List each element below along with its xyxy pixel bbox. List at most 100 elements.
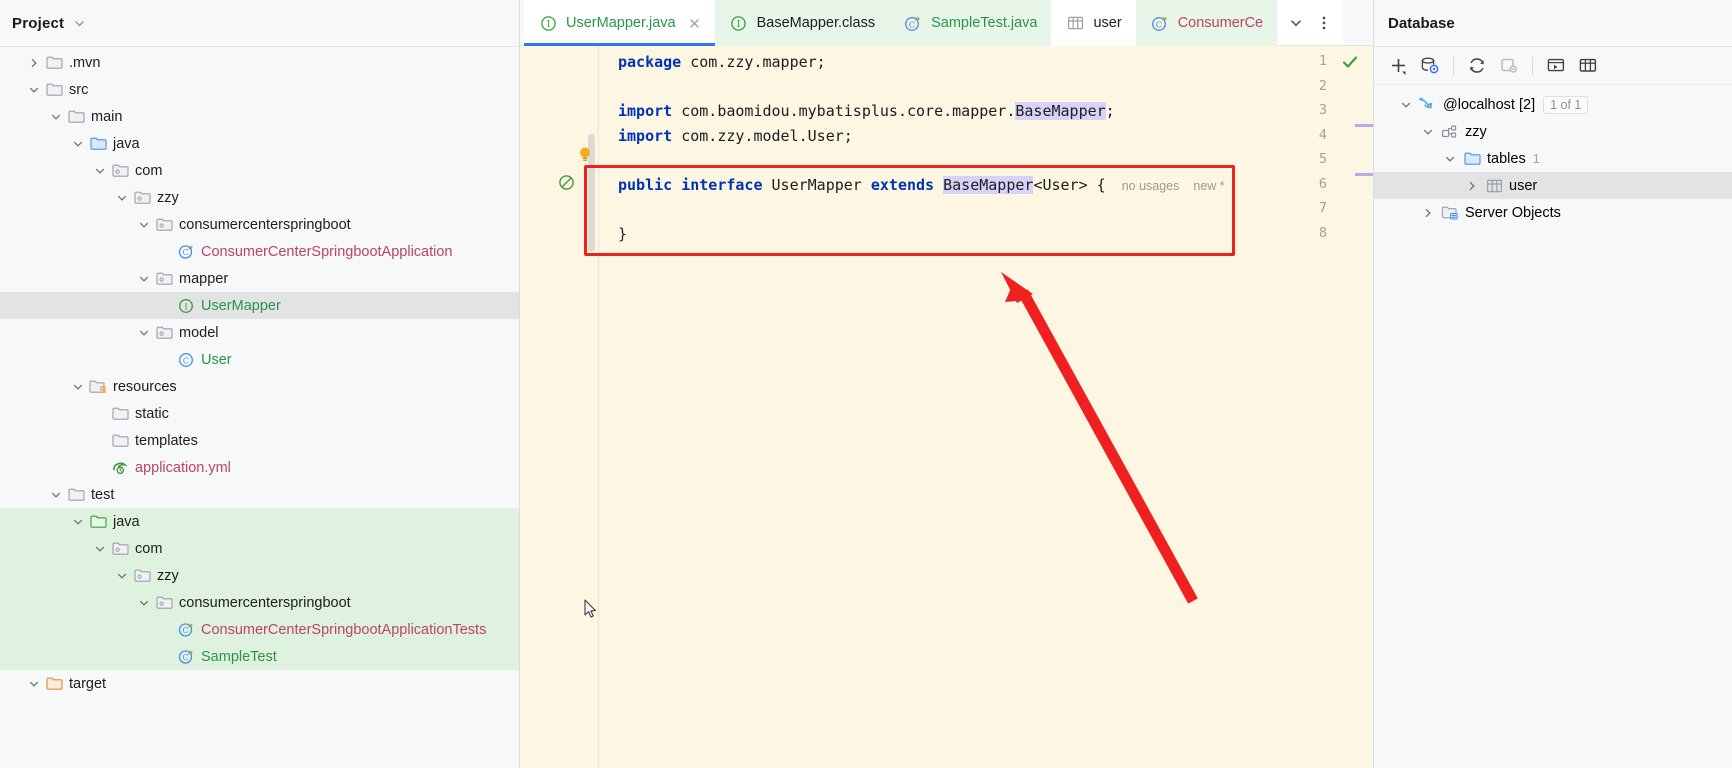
project-tree-item[interactable]: consumercenterspringboot <box>0 589 519 616</box>
chevron-down-icon[interactable] <box>1422 126 1440 138</box>
project-tree-item[interactable]: C ConsumerCenterSpringbootApplicationTest… <box>0 616 519 643</box>
database-tree-item[interactable]: zzy <box>1374 118 1732 145</box>
chevron-down-icon[interactable] <box>72 381 88 393</box>
code-token: import <box>618 102 673 120</box>
project-tree-item-label: zzy <box>157 189 179 206</box>
database-tree-item[interactable]: Server Objects <box>1374 199 1732 226</box>
chevron-down-icon[interactable] <box>50 111 66 123</box>
code-text[interactable]: package com.zzy.mapper; import com.baomid… <box>606 46 1373 768</box>
svg-text:C: C <box>1155 19 1161 29</box>
editor-tab-bar[interactable]: I UserMapper.java I BaseMapper.class C Sample… <box>520 0 1373 46</box>
code-line[interactable]: import com.baomidou.mybatisplus.core.map… <box>618 99 1115 124</box>
project-tree-item[interactable]: test <box>0 481 519 508</box>
database-tree[interactable]: @localhost [2] 1 of 1 zzy tables 1 user Server… <box>1374 85 1732 226</box>
database-panel-header: Database <box>1374 0 1732 47</box>
code-line[interactable]: public interface UserMapper extends Base… <box>618 173 1225 199</box>
project-tree-item[interactable]: src <box>0 76 519 103</box>
chevron-down-icon[interactable] <box>28 84 44 96</box>
code-editor[interactable]: 12345678 package com.zzy.mapper; import c… <box>520 46 1373 768</box>
project-tree-item[interactable]: java <box>0 130 519 157</box>
refresh-button[interactable] <box>1463 52 1491 80</box>
project-tree-item[interactable]: main <box>0 103 519 130</box>
mouse-cursor <box>584 599 597 619</box>
project-tree-item[interactable]: java <box>0 508 519 535</box>
editor-tab[interactable]: I UserMapper.java <box>524 0 715 46</box>
project-tree-item[interactable]: C SampleTest <box>0 643 519 670</box>
close-icon[interactable] <box>688 17 701 30</box>
database-tree-item[interactable]: @localhost [2] 1 of 1 <box>1374 91 1732 118</box>
toolbar-divider <box>1453 56 1454 75</box>
server-objects-icon <box>1440 205 1460 221</box>
inlay-hint[interactable]: no usages <box>1122 179 1180 193</box>
code-line[interactable]: package com.zzy.mapper; <box>618 50 826 75</box>
project-tree-item[interactable]: zzy <box>0 562 519 589</box>
project-tree-item-label: consumercenterspringboot <box>179 216 351 233</box>
spring-class-icon: C <box>176 244 196 260</box>
project-tree-item[interactable]: model <box>0 319 519 346</box>
database-tree-item-label: user <box>1509 177 1538 194</box>
tab-list-dropdown[interactable] <box>1283 0 1309 46</box>
project-tree-item[interactable]: mapper <box>0 265 519 292</box>
chevron-down-icon[interactable] <box>1400 99 1418 111</box>
project-tree-item-label: ConsumerCenterSpringbootApplication <box>201 243 453 260</box>
chevron-down-icon[interactable] <box>94 543 110 555</box>
project-tree-item[interactable]: target <box>0 670 519 697</box>
database-tree-item[interactable]: tables 1 <box>1374 145 1732 172</box>
project-tree-item-label: SampleTest <box>201 648 277 665</box>
project-tree-item[interactable]: .mvn <box>0 49 519 76</box>
project-tree-item[interactable]: com <box>0 535 519 562</box>
editor-tab[interactable]: user <box>1051 0 1136 46</box>
project-tree-item[interactable]: resources <box>0 373 519 400</box>
sync-toggle-button[interactable] <box>1495 52 1523 80</box>
chevron-down-icon[interactable] <box>94 165 110 177</box>
project-tree-item[interactable]: application.yml <box>0 454 519 481</box>
chevron-right-icon[interactable] <box>1466 180 1484 192</box>
project-tree-item[interactable]: C ConsumerCenterSpringbootApplication <box>0 238 519 265</box>
chevron-down-icon[interactable] <box>138 597 154 609</box>
database-toolbar[interactable] <box>1374 47 1732 85</box>
chevron-down-icon[interactable] <box>28 678 44 690</box>
open-table-button[interactable] <box>1574 52 1602 80</box>
project-file-tree[interactable]: .mvn src main java com zzy consumercentersprin… <box>0 47 519 697</box>
database-tree-item[interactable]: user <box>1374 172 1732 199</box>
datasource-properties-button[interactable] <box>1416 52 1444 80</box>
editor-tab[interactable]: C ConsumerCe <box>1135 0 1278 46</box>
project-tree-item-label: application.yml <box>135 459 231 476</box>
chevron-down-icon[interactable] <box>72 138 88 150</box>
editor-tab[interactable]: C SampleTest.java <box>889 0 1052 46</box>
chevron-down-icon[interactable] <box>138 327 154 339</box>
project-tree-item[interactable]: com <box>0 157 519 184</box>
tab-more-options[interactable] <box>1311 0 1337 46</box>
project-tree-item[interactable]: templates <box>0 427 519 454</box>
chevron-down-icon[interactable] <box>72 516 88 528</box>
project-tree-item[interactable]: I UserMapper <box>0 292 519 319</box>
code-line[interactable]: import com.zzy.model.User; <box>618 124 853 149</box>
chevron-down-icon[interactable] <box>138 219 154 231</box>
code-line[interactable]: } <box>618 222 627 247</box>
code-token: interface <box>681 175 763 194</box>
chevron-right-icon[interactable] <box>1422 207 1440 219</box>
chevron-down-icon[interactable] <box>138 273 154 285</box>
project-tree-item[interactable]: static <box>0 400 519 427</box>
project-tree-item[interactable]: zzy <box>0 184 519 211</box>
project-tree-item[interactable]: C User <box>0 346 519 373</box>
project-tree-item-label: java <box>113 135 140 152</box>
add-datasource-button[interactable] <box>1384 52 1412 80</box>
chevron-right-icon[interactable] <box>28 57 44 69</box>
folder-package-icon <box>132 190 152 205</box>
chevron-down-icon[interactable] <box>50 489 66 501</box>
project-tree-item[interactable]: consumercenterspringboot <box>0 211 519 238</box>
connection-badge[interactable]: 1 of 1 <box>1543 95 1589 114</box>
editor-tab[interactable]: I BaseMapper.class <box>714 0 890 46</box>
inspection-ok-icon[interactable] <box>1341 53 1359 71</box>
intention-bulb-icon[interactable] <box>578 146 592 162</box>
chevron-down-icon[interactable] <box>1444 153 1462 165</box>
chevron-down-icon[interactable] <box>116 192 132 204</box>
inlay-hint[interactable]: new * <box>1193 179 1224 193</box>
chevron-down-icon[interactable] <box>73 17 86 30</box>
database-tree-item-label: Server Objects <box>1465 204 1561 221</box>
open-console-button[interactable] <box>1542 52 1570 80</box>
not-implemented-icon[interactable] <box>558 174 575 191</box>
svg-text:C: C <box>183 355 189 365</box>
chevron-down-icon[interactable] <box>116 570 132 582</box>
